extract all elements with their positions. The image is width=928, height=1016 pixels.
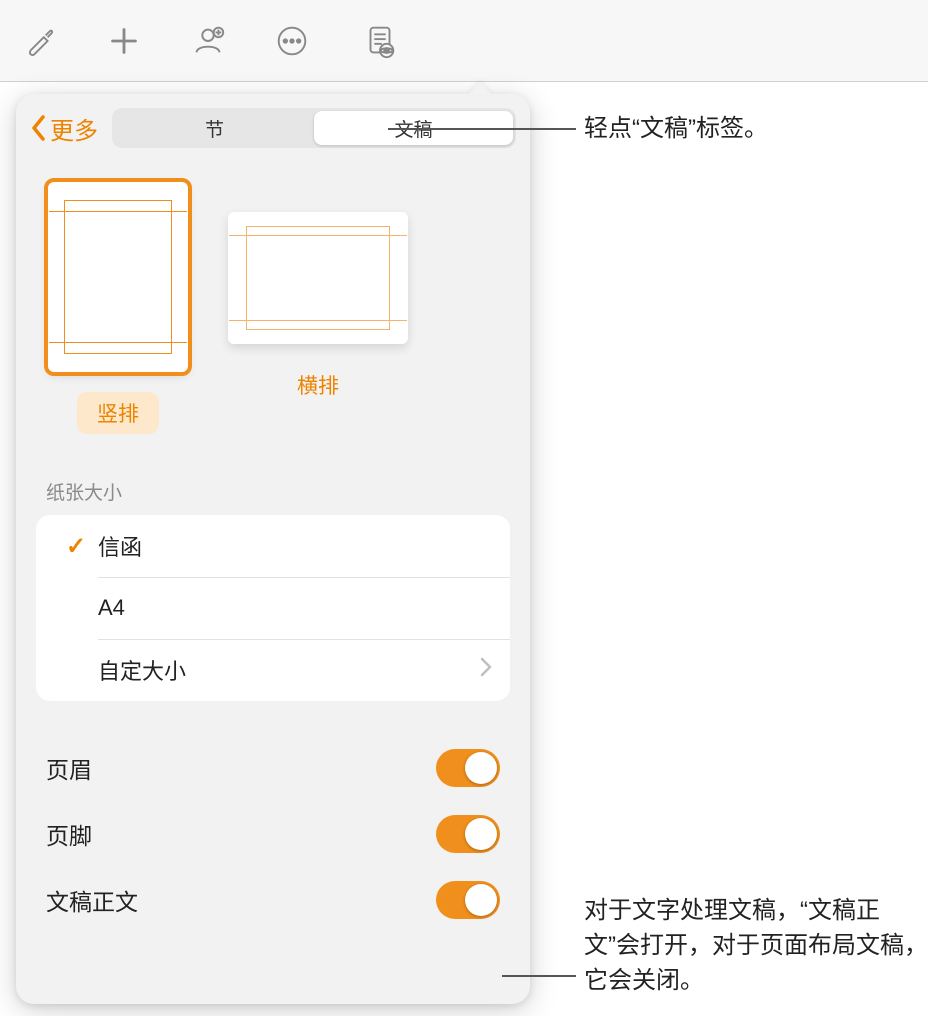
paper-size-label: 纸张大小: [16, 442, 530, 515]
toggle-section: 页眉 页脚 文稿正文: [16, 701, 530, 933]
plus-icon[interactable]: [94, 11, 154, 71]
toggle-label: 页脚: [46, 817, 92, 851]
back-button[interactable]: 更多: [30, 111, 98, 146]
body-toggle[interactable]: [436, 881, 500, 919]
toggle-footer-row: 页脚: [46, 801, 510, 867]
orientation-landscape[interactable]: 横排: [228, 182, 408, 434]
callout-tap-document: 轻点“文稿”标签。: [584, 112, 768, 147]
portrait-thumb: [48, 182, 188, 372]
brush-icon[interactable]: [10, 11, 70, 71]
header-toggle[interactable]: [436, 749, 500, 787]
check-icon: ✓: [54, 532, 98, 561]
callout-leader: [388, 128, 576, 130]
list-item-label: A4: [98, 595, 125, 621]
paper-size-custom[interactable]: 自定大小: [36, 639, 510, 701]
list-item-label: 信函: [98, 530, 142, 562]
toggle-label: 文稿正文: [46, 883, 138, 917]
tab-section[interactable]: 节: [115, 111, 314, 145]
chevron-right-icon: [480, 657, 492, 683]
toggle-body-row: 文稿正文: [46, 867, 510, 933]
paper-size-a4[interactable]: A4: [36, 577, 510, 639]
portrait-label: 竖排: [77, 392, 159, 434]
landscape-thumb: [228, 212, 408, 344]
more-icon[interactable]: [262, 11, 322, 71]
list-item-label: 自定大小: [98, 654, 186, 686]
toggle-header-row: 页眉: [46, 735, 510, 801]
collaborate-icon[interactable]: [178, 11, 238, 71]
paper-size-list: ✓ 信函 A4 自定大小: [36, 515, 510, 701]
orientation-portrait[interactable]: 竖排: [48, 182, 188, 434]
orientation-row: 竖排 横排: [16, 160, 530, 442]
main-toolbar: [0, 0, 928, 82]
document-view-icon[interactable]: [350, 11, 410, 71]
toggle-label: 页眉: [46, 751, 92, 785]
back-label: 更多: [50, 111, 98, 146]
callout-leader: [502, 975, 576, 977]
landscape-label: 横排: [277, 364, 359, 406]
document-settings-panel: 更多 节 文稿 竖排 横排 纸张大小 ✓ 信函 A4 自定大小: [16, 94, 530, 1004]
footer-toggle[interactable]: [436, 815, 500, 853]
callout-body-toggle: 对于文字处理文稿，“文稿正文”会打开，对于页面布局文稿，它会关闭。: [584, 894, 928, 998]
paper-size-letter[interactable]: ✓ 信函: [36, 515, 510, 577]
panel-header: 更多 节 文稿: [16, 108, 530, 160]
